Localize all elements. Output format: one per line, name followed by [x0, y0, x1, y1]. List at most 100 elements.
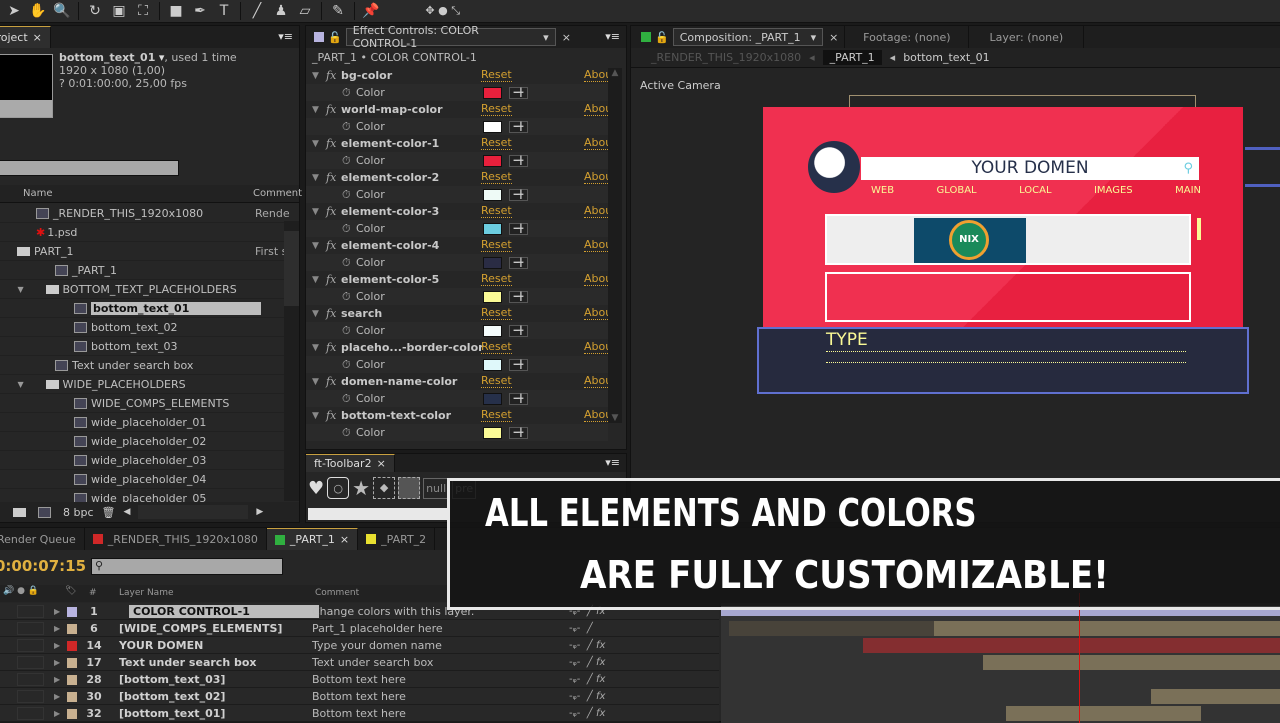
new-folder-icon[interactable] [13, 507, 26, 517]
reset-link[interactable]: Reset [481, 341, 512, 354]
panel-menu-icon[interactable]: ▾≡ [605, 456, 620, 469]
effect-scrollbar[interactable]: ▲ ▼ [608, 68, 622, 423]
bottom-text-layer[interactable]: TYPE [757, 327, 1249, 394]
color-swatch[interactable] [483, 291, 502, 303]
lock-icon[interactable]: 🔓 [655, 31, 669, 44]
label-color[interactable] [67, 709, 77, 719]
collapse-triangle-icon[interactable]: ▼ [312, 207, 319, 217]
layer-row[interactable]: ▶ 28 [bottom_text_03] Bottom text here -ᵩ- ╱… [0, 671, 719, 688]
roto-brush-tool-icon[interactable]: ✎ [326, 1, 350, 21]
color-swatch[interactable] [483, 189, 502, 201]
reset-link[interactable]: Reset [481, 273, 512, 286]
label-color[interactable] [67, 658, 77, 668]
ellipse-shape-icon[interactable]: ○ [327, 477, 350, 499]
timeline-tab-part-1[interactable]: _PART_1 × [266, 528, 359, 550]
timeline-search-input[interactable]: ⚲ [91, 558, 283, 575]
eyedropper-icon[interactable]: ━╋ [509, 155, 528, 167]
stopwatch-icon[interactable]: ⏱ [342, 358, 351, 372]
solid-box-icon[interactable] [398, 477, 421, 499]
stopwatch-icon[interactable]: ⏱ [342, 120, 351, 134]
stopwatch-icon[interactable]: ⏱ [342, 86, 351, 100]
color-swatch[interactable] [483, 427, 502, 439]
about-link[interactable]: About [584, 171, 608, 184]
anchor-box-icon[interactable]: ◆ [373, 477, 396, 499]
fx-icon[interactable]: fx [326, 273, 336, 286]
about-link[interactable]: About [584, 307, 608, 320]
layer-switches[interactable]: -ᵩ- ╱ fx [569, 640, 605, 651]
zoom-tool-icon[interactable]: 🔍 [50, 1, 74, 21]
expand-triangle-icon[interactable]: ▶ [54, 641, 60, 650]
effect-controls-dropdown[interactable]: Effect Controls: COLOR CONTROL-1 ▾ [345, 24, 556, 50]
project-item[interactable]: _RENDER_THIS_1920x1080 Rende [0, 204, 290, 223]
reset-link[interactable]: Reset [481, 409, 512, 422]
label-color[interactable] [67, 607, 77, 617]
reset-link[interactable]: Reset [481, 205, 512, 218]
eyedropper-icon[interactable]: ━╋ [509, 189, 528, 201]
timeline-tab-part-2[interactable]: _PART_2 [358, 528, 436, 550]
project-scrollbar[interactable] [284, 221, 299, 501]
project-item[interactable]: wide_placeholder_04 [0, 470, 284, 489]
collapse-triangle-icon[interactable]: ▼ [312, 139, 319, 149]
effect-element-color-4[interactable]: ▼fxelement-color-4ResetAbout [306, 237, 608, 254]
close-icon[interactable]: × [340, 533, 349, 546]
panel-menu-icon[interactable]: ▾≡ [605, 30, 620, 43]
effect-search[interactable]: ▼fxsearchResetAbout [306, 305, 608, 322]
horizontal-scrollbar[interactable] [138, 505, 249, 519]
reset-link[interactable]: Reset [481, 375, 512, 388]
label-color[interactable] [67, 624, 77, 634]
timeline-tab-render-queue[interactable]: Render Queue [0, 528, 85, 550]
eyedropper-icon[interactable]: ━╋ [509, 359, 528, 371]
collapse-triangle-icon[interactable]: ▼ [312, 275, 319, 285]
new-comp-icon[interactable] [38, 506, 51, 518]
rotate-tool-icon[interactable]: ↻ [83, 1, 107, 21]
fx-icon[interactable]: fx [326, 409, 336, 422]
timeline-track-area[interactable] [721, 593, 1280, 723]
collapse-triangle-icon[interactable]: ▼ [312, 241, 319, 251]
about-link[interactable]: About [584, 273, 608, 286]
project-item[interactable]: ▼ BOTTOM_TEXT_PLACEHOLDERS [0, 280, 284, 299]
playhead[interactable] [1079, 593, 1080, 723]
camera-tool-icon[interactable]: ▣ [107, 1, 131, 21]
effect-element-color-2[interactable]: ▼fxelement-color-2ResetAbout [306, 169, 608, 186]
stopwatch-icon[interactable]: ⏱ [342, 188, 351, 202]
about-link[interactable]: About [584, 205, 608, 218]
track-bar-bottom-text-02[interactable] [1151, 689, 1280, 704]
color-swatch[interactable] [483, 155, 502, 167]
expand-triangle-icon[interactable]: ▶ [54, 658, 60, 667]
effect-element-color-5[interactable]: ▼fxelement-color-5ResetAbout [306, 271, 608, 288]
crumb-render-this[interactable]: _RENDER_THIS_1920x1080 [651, 51, 801, 64]
reset-link[interactable]: Reset [481, 69, 512, 82]
about-link[interactable]: About [584, 409, 608, 422]
layer-switches[interactable]: -ᵩ- ╱ fx [569, 708, 605, 719]
project-item[interactable]: ✱ 1.psd [0, 223, 284, 242]
fx-icon[interactable]: fx [326, 103, 336, 116]
stopwatch-icon[interactable]: ⏱ [342, 392, 351, 406]
collapse-triangle-icon[interactable]: ▼ [312, 309, 319, 319]
fx-icon[interactable]: fx [326, 341, 336, 354]
project-item[interactable]: bottom_text_02 [0, 318, 284, 337]
collapse-triangle-icon[interactable]: ▼ [312, 343, 319, 353]
label-color[interactable] [67, 641, 77, 651]
visibility-switches[interactable] [17, 690, 44, 703]
color-swatch[interactable] [483, 393, 502, 405]
visibility-switches[interactable] [17, 622, 44, 635]
about-link[interactable]: About [584, 103, 608, 116]
project-item[interactable]: ▼ WIDE_PLACEHOLDERS [0, 375, 284, 394]
layer-row[interactable]: ▶ 14 YOUR DOMEN Type your domen name -ᵩ- ╱ f… [0, 637, 719, 654]
reset-link[interactable]: Reset [481, 137, 512, 150]
selection-tool-icon[interactable]: ➤ [2, 1, 26, 21]
effect-bottom-text-color[interactable]: ▼fxbottom-text-colorResetAbout [306, 407, 608, 424]
trash-icon[interactable]: 🗑 [102, 506, 116, 519]
reset-link[interactable]: Reset [481, 239, 512, 252]
about-link[interactable]: About [584, 69, 608, 82]
panel-menu-icon[interactable]: ▾≡ [278, 30, 293, 43]
close-icon[interactable]: × [829, 31, 838, 44]
eyedropper-icon[interactable]: ━╋ [509, 291, 528, 303]
effect-placeho-border-color[interactable]: ▼fxplaceho...-border-colorResetAbout [306, 339, 608, 356]
search-box[interactable]: YOUR DOMEN ⚲ [861, 157, 1199, 180]
pen-tool-icon[interactable]: ✒ [188, 1, 212, 21]
close-icon[interactable]: × [33, 31, 42, 44]
composition-dropdown[interactable]: Composition: _PART_1 ▾ [672, 28, 824, 46]
color-swatch[interactable] [483, 121, 502, 133]
eyedropper-icon[interactable]: ━╋ [509, 427, 528, 439]
